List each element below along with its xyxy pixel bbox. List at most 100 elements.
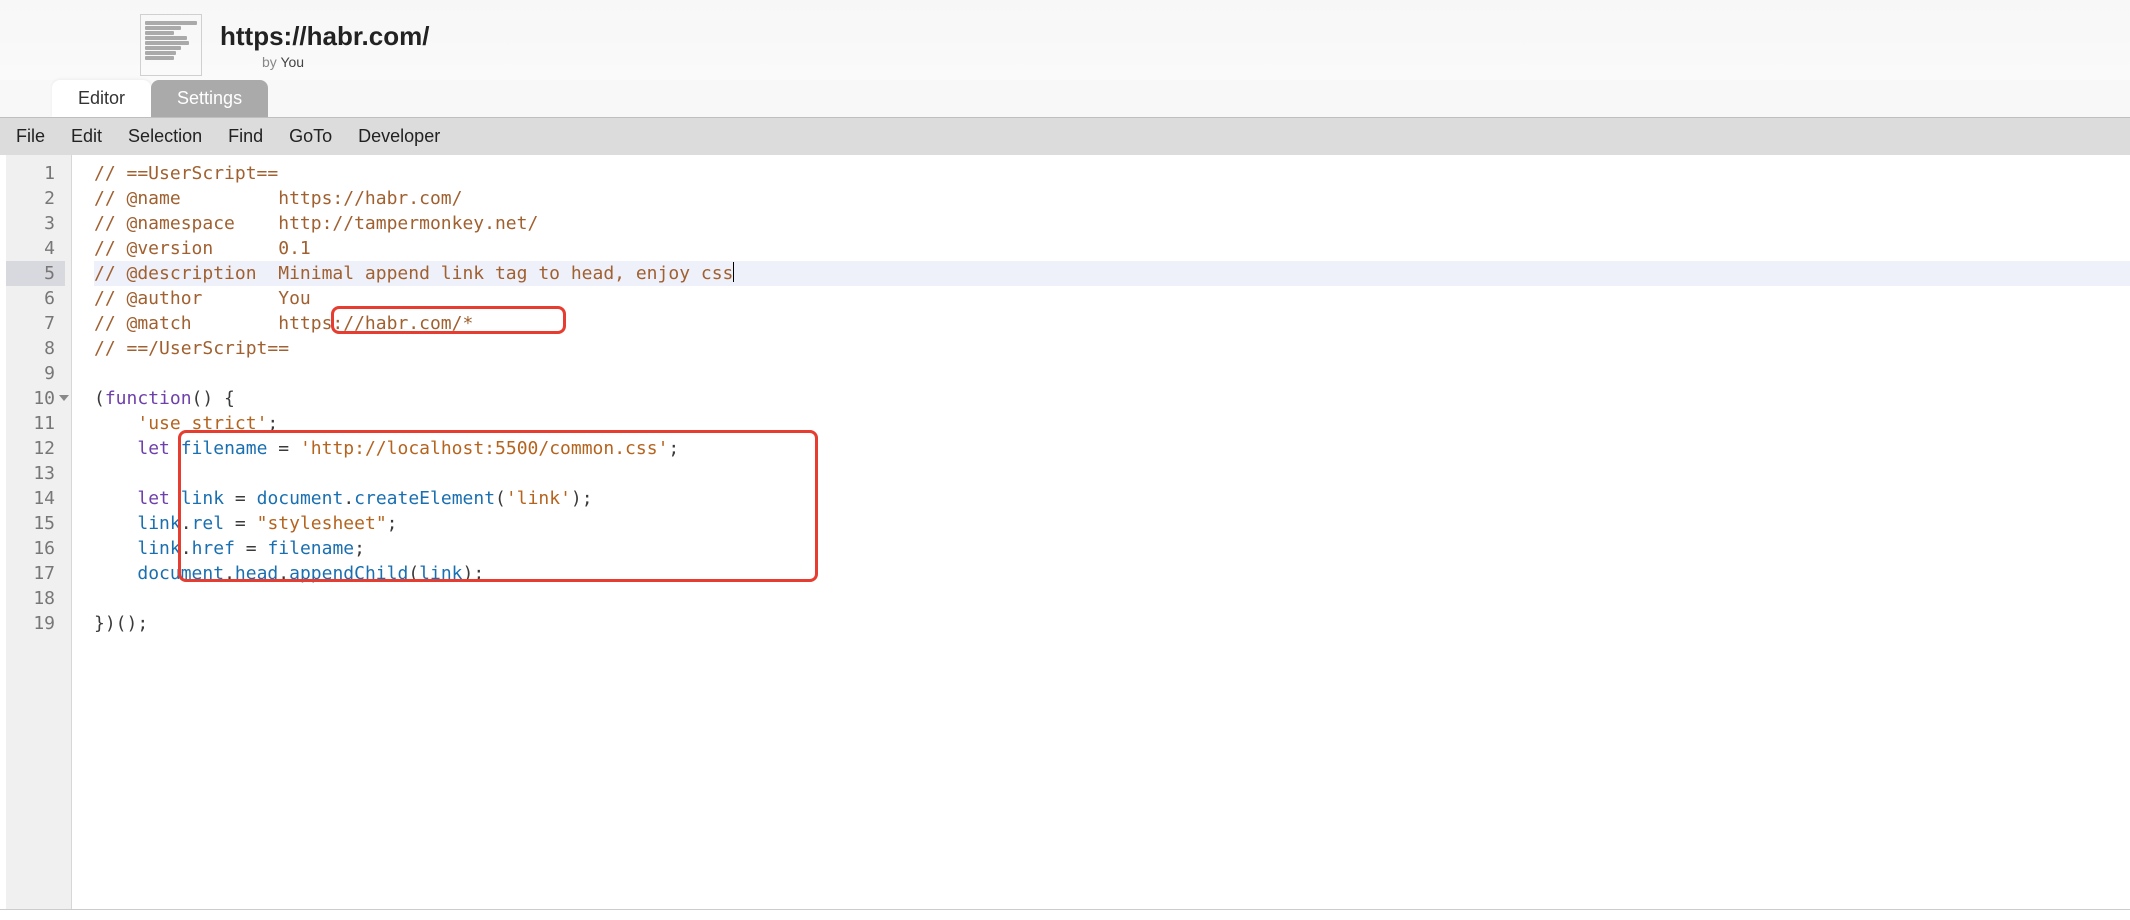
gutter-line[interactable]: 9 — [6, 361, 65, 386]
code-line[interactable]: link.rel = "stylesheet"; — [94, 511, 2130, 536]
menu-find[interactable]: Find — [228, 126, 263, 147]
code-token — [94, 438, 137, 459]
menubar: File Edit Selection Find GoTo Developer — [0, 117, 2130, 155]
code-line[interactable]: // @match https://habr.com/* — [94, 311, 2130, 336]
code-token: appendChild — [289, 563, 408, 584]
gutter-line[interactable]: 13 — [6, 461, 65, 486]
code-token: link — [137, 513, 180, 534]
code-token: 'http://localhost:5500/common.css' — [300, 438, 668, 459]
code-token — [235, 538, 246, 559]
code-line[interactable]: })(); — [94, 611, 2130, 636]
code-token: ; — [668, 438, 679, 459]
code-token: https://habr.com/* — [278, 313, 473, 334]
code-line[interactable]: // @namespace http://tampermonkey.net/ — [94, 211, 2130, 236]
code-line[interactable]: // ==/UserScript== — [94, 336, 2130, 361]
gutter-line[interactable]: 10 — [6, 386, 65, 411]
gutter-line[interactable]: 16 — [6, 536, 65, 561]
header: https://habr.com/ by You — [0, 0, 2130, 80]
code-token: // @version 0.1 — [94, 238, 311, 259]
author-name: You — [280, 54, 304, 70]
code-token — [224, 488, 235, 509]
gutter-line[interactable]: 12 — [6, 436, 65, 461]
gutter-line[interactable]: 2 — [6, 186, 65, 211]
gutter-line[interactable]: 4 — [6, 236, 65, 261]
fold-marker-icon[interactable] — [59, 395, 69, 401]
code-token: . — [181, 538, 192, 559]
code-token — [94, 413, 137, 434]
code-token: document — [137, 563, 224, 584]
line-number-gutter[interactable]: 12345678910111213141516171819 — [6, 155, 71, 909]
code-token: // ==UserScript== — [94, 163, 278, 184]
code-token: // @author You — [94, 288, 311, 309]
gutter-line[interactable]: 17 — [6, 561, 65, 586]
code-line[interactable]: let filename = 'http://localhost:5500/co… — [94, 436, 2130, 461]
code-line[interactable]: // ==UserScript== — [94, 161, 2130, 186]
code-token — [94, 563, 137, 584]
gutter-line[interactable]: 3 — [6, 211, 65, 236]
code-line[interactable]: (function() { — [94, 386, 2130, 411]
code-token: filename — [181, 438, 268, 459]
code-line[interactable] — [94, 586, 2130, 611]
code-line[interactable]: let link = document.createElement('link'… — [94, 486, 2130, 511]
code-line[interactable]: // @description Minimal append link tag … — [94, 261, 2130, 286]
code-line[interactable]: document.head.appendChild(link); — [94, 561, 2130, 586]
menu-developer[interactable]: Developer — [358, 126, 440, 147]
code-token: ; — [387, 513, 398, 534]
code-line[interactable] — [94, 461, 2130, 486]
code-token: // @description Minimal append link tag … — [94, 263, 733, 284]
code-line[interactable]: 'use strict'; — [94, 411, 2130, 436]
gutter-line[interactable]: 1 — [6, 161, 65, 186]
code-token: })(); — [94, 613, 148, 634]
code-token: let — [137, 488, 170, 509]
gutter-line[interactable]: 11 — [6, 411, 65, 436]
code-token — [94, 513, 137, 534]
code-token: // @match — [94, 313, 278, 334]
page-title: https://habr.com/ — [220, 21, 429, 52]
code-area[interactable]: // ==UserScript== // @name https://habr.c… — [71, 155, 2130, 909]
gutter-line[interactable]: 15 — [6, 511, 65, 536]
gutter-line[interactable]: 6 — [6, 286, 65, 311]
code-token: ( — [495, 488, 506, 509]
code-token: let — [137, 438, 170, 459]
code-token: = — [246, 538, 268, 559]
code-token: // @name https://habr.com/ — [94, 188, 462, 209]
code-token: 'link' — [506, 488, 571, 509]
code-token — [94, 538, 137, 559]
menu-edit[interactable]: Edit — [71, 126, 102, 147]
code-token — [94, 488, 137, 509]
code-token: ); — [463, 563, 485, 584]
byline: by You — [220, 54, 429, 70]
gutter-line[interactable]: 5 — [6, 261, 65, 286]
tab-editor[interactable]: Editor — [52, 80, 151, 117]
code-line[interactable]: // @version 0.1 — [94, 236, 2130, 261]
code-token: = — [235, 513, 257, 534]
code-token: "stylesheet" — [257, 513, 387, 534]
code-line[interactable]: // @author You — [94, 286, 2130, 311]
code-token: . — [343, 488, 354, 509]
code-token — [267, 438, 278, 459]
gutter-line[interactable]: 7 — [6, 311, 65, 336]
code-token: () { — [192, 388, 235, 409]
tab-settings[interactable]: Settings — [151, 80, 268, 117]
code-token: . — [278, 563, 289, 584]
menu-selection[interactable]: Selection — [128, 126, 202, 147]
code-token: . — [181, 513, 192, 534]
code-token: // @namespace http://tampermonkey.net/ — [94, 213, 538, 234]
gutter-line[interactable]: 14 — [6, 486, 65, 511]
menu-goto[interactable]: GoTo — [289, 126, 332, 147]
code-token: ( — [408, 563, 419, 584]
code-token: head — [235, 563, 278, 584]
code-token: href — [192, 538, 235, 559]
gutter-line[interactable]: 8 — [6, 336, 65, 361]
code-token: createElement — [354, 488, 495, 509]
gutter-line[interactable]: 19 — [6, 611, 65, 636]
code-token: ; — [267, 413, 278, 434]
gutter-line[interactable]: 18 — [6, 586, 65, 611]
code-line[interactable] — [94, 361, 2130, 386]
menu-file[interactable]: File — [16, 126, 45, 147]
code-token: ( — [94, 388, 105, 409]
code-token: link — [181, 488, 224, 509]
code-token: filename — [267, 538, 354, 559]
code-line[interactable]: // @name https://habr.com/ — [94, 186, 2130, 211]
code-line[interactable]: link.href = filename; — [94, 536, 2130, 561]
